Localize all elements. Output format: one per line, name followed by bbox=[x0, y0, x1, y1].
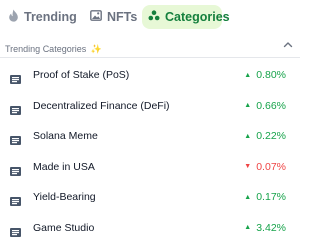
category-list: Proof of Stake (PoS) ▲ 0.80% Decentraliz… bbox=[0, 60, 300, 243]
list-icon bbox=[10, 224, 21, 233]
caret-up-icon: ▲ bbox=[244, 224, 251, 231]
category-icon bbox=[148, 10, 160, 24]
caret-up-icon: ▲ bbox=[244, 194, 251, 201]
tab-nfts-label: NFTs bbox=[107, 10, 137, 24]
category-row[interactable]: Game Studio ▲ 3.42% bbox=[0, 213, 300, 243]
chevron-up-icon[interactable] bbox=[282, 38, 294, 50]
flame-icon bbox=[8, 9, 19, 25]
category-name: Made in USA bbox=[33, 161, 95, 173]
category-change-value: 0.07% bbox=[256, 161, 286, 173]
category-change-value: 0.17% bbox=[256, 191, 286, 203]
tab-categories-label: Categories bbox=[165, 10, 230, 24]
list-icon bbox=[10, 163, 21, 172]
category-row[interactable]: Solana Meme ▲ 0.22% bbox=[0, 121, 300, 152]
category-change-value: 0.22% bbox=[256, 130, 286, 142]
category-change: ▲ 3.42% bbox=[244, 222, 286, 234]
list-icon bbox=[10, 102, 21, 111]
category-change: ▲ 0.22% bbox=[244, 130, 286, 142]
category-row[interactable]: Yield-Bearing ▲ 0.17% bbox=[0, 182, 300, 213]
category-change: ▲ 0.17% bbox=[244, 191, 286, 203]
category-row[interactable]: Made in USA ▼ 0.07% bbox=[0, 152, 300, 183]
sparkle-icon: ✨ bbox=[91, 44, 102, 54]
category-name: Decentralized Finance (DeFi) bbox=[33, 100, 170, 112]
section-title-text: Trending Categories bbox=[5, 44, 86, 54]
tab-nfts[interactable]: NFTs bbox=[84, 5, 140, 29]
tab-categories[interactable]: Categories bbox=[142, 5, 222, 29]
tab-trending[interactable]: Trending bbox=[2, 5, 68, 29]
tab-trending-label: Trending bbox=[24, 10, 77, 24]
category-change: ▲ 0.66% bbox=[244, 100, 286, 112]
category-change-value: 0.80% bbox=[256, 69, 286, 81]
caret-up-icon: ▲ bbox=[244, 102, 251, 109]
category-change: ▼ 0.07% bbox=[244, 161, 286, 173]
caret-up-icon: ▲ bbox=[244, 72, 251, 79]
category-row[interactable]: Decentralized Finance (DeFi) ▲ 0.66% bbox=[0, 91, 300, 122]
list-icon bbox=[10, 71, 21, 80]
category-name: Proof of Stake (PoS) bbox=[33, 69, 129, 81]
caret-up-icon: ▲ bbox=[244, 133, 251, 140]
image-icon bbox=[90, 10, 102, 24]
caret-down-icon: ▼ bbox=[244, 163, 251, 170]
section-title: Trending Categories ✨ bbox=[5, 44, 102, 55]
category-change-value: 0.66% bbox=[256, 100, 286, 112]
category-name: Yield-Bearing bbox=[33, 191, 96, 203]
category-change: ▲ 0.80% bbox=[244, 69, 286, 81]
list-icon bbox=[10, 132, 21, 141]
section-divider bbox=[0, 57, 300, 58]
category-name: Game Studio bbox=[33, 222, 94, 234]
category-name: Solana Meme bbox=[33, 130, 98, 142]
category-change-value: 3.42% bbox=[256, 222, 286, 234]
list-icon bbox=[10, 193, 21, 202]
category-row[interactable]: Proof of Stake (PoS) ▲ 0.80% bbox=[0, 60, 300, 91]
